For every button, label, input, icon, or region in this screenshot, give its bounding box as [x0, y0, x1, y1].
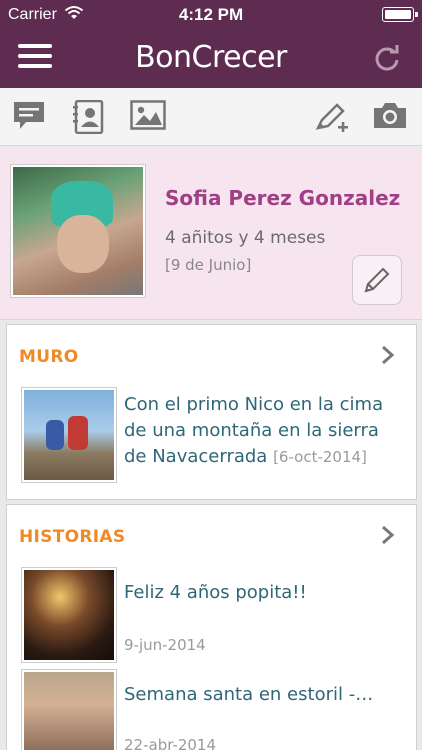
refresh-icon [375, 45, 399, 71]
compose-icon [315, 103, 348, 132]
camera-button[interactable] [372, 100, 408, 134]
story-thumbnail[interactable] [21, 567, 117, 663]
contacts-icon [73, 99, 104, 135]
avatar-photo [13, 167, 143, 295]
historias-open-button[interactable] [380, 525, 396, 545]
story-photo [24, 672, 114, 750]
pencil-icon [364, 267, 390, 293]
clock: 4:12 PM [178, 5, 244, 24]
story-title-1[interactable]: Feliz 4 años popita!! [124, 580, 406, 606]
story-date-2: 22-abr-2014 [124, 736, 217, 750]
historias-title: HISTORIAS [19, 527, 126, 547]
story-title-2[interactable]: Semana santa en estoril -… [124, 682, 406, 708]
muro-thumbnail[interactable] [21, 387, 117, 483]
child-avatar[interactable] [10, 164, 146, 298]
story-thumbnail[interactable] [21, 669, 117, 750]
battery-icon [382, 7, 418, 22]
muro-title: MURO [19, 347, 79, 367]
action-toolbar [0, 88, 422, 146]
camera-icon [374, 103, 406, 128]
edit-profile-button[interactable] [352, 255, 402, 305]
story-photo [24, 570, 114, 660]
story-date-1: 9-jun-2014 [124, 636, 206, 654]
historias-card[interactable]: HISTORIAS [6, 504, 417, 750]
muro-post-date: [6-oct-2014] [273, 448, 367, 466]
child-age: 4 añitos y 4 meses [165, 228, 326, 248]
contacts-button[interactable] [72, 99, 108, 135]
logo-text: BonCrecer [135, 40, 287, 75]
muro-photo [24, 390, 114, 480]
gallery-button[interactable] [130, 100, 166, 134]
refresh-button[interactable] [372, 44, 402, 74]
chevron-right-icon [382, 345, 395, 365]
muro-post-text[interactable]: Con el primo Nico en la cima de una mont… [124, 392, 406, 470]
chevron-right-icon [382, 525, 395, 545]
chat-icon [14, 102, 44, 129]
muro-open-button[interactable] [380, 345, 396, 365]
status-bar: Carrier 4:12 PM [0, 0, 422, 30]
child-name: Sofia Perez Gonzalez [165, 186, 401, 210]
child-birthday: [9 de Junio] [165, 256, 252, 274]
image-icon [130, 100, 166, 130]
app-logo: BonCrecer [0, 40, 422, 75]
chat-button[interactable] [12, 100, 48, 134]
compose-button[interactable] [314, 100, 350, 134]
top-bar: Carrier 4:12 PM BonCrecer [0, 0, 422, 88]
